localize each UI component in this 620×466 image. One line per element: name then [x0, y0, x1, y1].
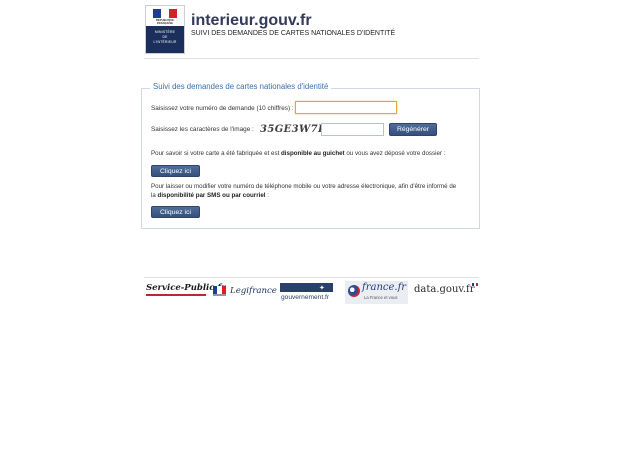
request-number-label: Saisissez votre numéro de demande (10 ch…: [151, 105, 294, 112]
pickup-info-text: Pour savoir si votre carte a été fabriqu…: [151, 150, 446, 157]
pickup-status-button[interactable]: Cliquez ici: [151, 165, 200, 177]
captcha-label: Saisissez les caractères de l'image :: [151, 126, 254, 133]
ministry-name: MINISTÈRE DE L'INTÉRIEUR: [153, 30, 177, 44]
marianne-flag-icon: RÉPUBLIQUE FRANÇAISE: [146, 6, 184, 26]
france-fr-logo[interactable]: france.fr La France et vous: [345, 281, 408, 304]
notification-button[interactable]: Cliquez ici: [151, 206, 200, 218]
captcha-image: 35GE3W7E: [260, 124, 327, 135]
ministry-logo: RÉPUBLIQUE FRANÇAISE MINISTÈRE DE L'INTÉ…: [145, 5, 185, 54]
header-divider: [144, 58, 479, 59]
gouvernement-logo[interactable]: ✦ gouvernement.fr: [280, 283, 333, 304]
footer-divider: [144, 277, 479, 278]
form-legend: Suivi des demandes de cartes nationales …: [150, 82, 332, 91]
data-gouv-logo[interactable]: data.gouv.fr: [414, 284, 475, 295]
notification-info-text: Pour laisser ou modifier votre numéro de…: [151, 183, 457, 199]
page-subtitle: SUIVI DES DEMANDES DE CARTES NATIONALES …: [191, 30, 396, 37]
marianne-icon: ✦: [319, 285, 325, 292]
site-title[interactable]: interieur.gouv.fr: [191, 12, 312, 30]
flag-icon: [213, 286, 226, 294]
request-number-input[interactable]: [295, 101, 397, 114]
france-disc-icon: [348, 285, 360, 297]
regenerate-button[interactable]: Régénérer: [389, 123, 437, 136]
flag-icon: [472, 283, 478, 286]
captcha-input[interactable]: [321, 123, 384, 136]
partner-logos: Service-Public.fr Legifrance ✦ gouvernem…: [144, 280, 480, 306]
